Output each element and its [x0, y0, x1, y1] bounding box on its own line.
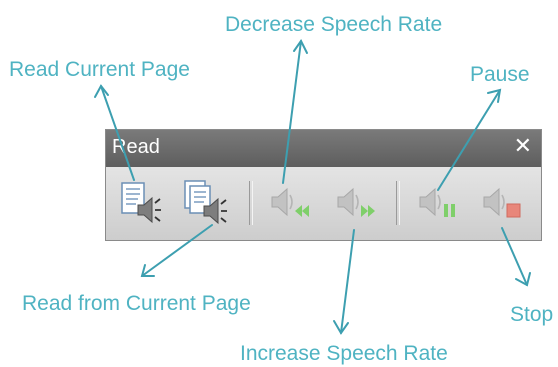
arrow-decrease-speech-rate — [282, 40, 302, 184]
arrow-increase-speech-rate — [340, 229, 355, 334]
arrow-pause — [437, 89, 501, 191]
arrow-stop — [501, 227, 528, 286]
arrow-read-current-page — [100, 85, 135, 181]
callout-arrows — [94, 39, 531, 335]
arrow-head — [94, 84, 109, 98]
arrow-read-from-current-page — [141, 224, 213, 277]
